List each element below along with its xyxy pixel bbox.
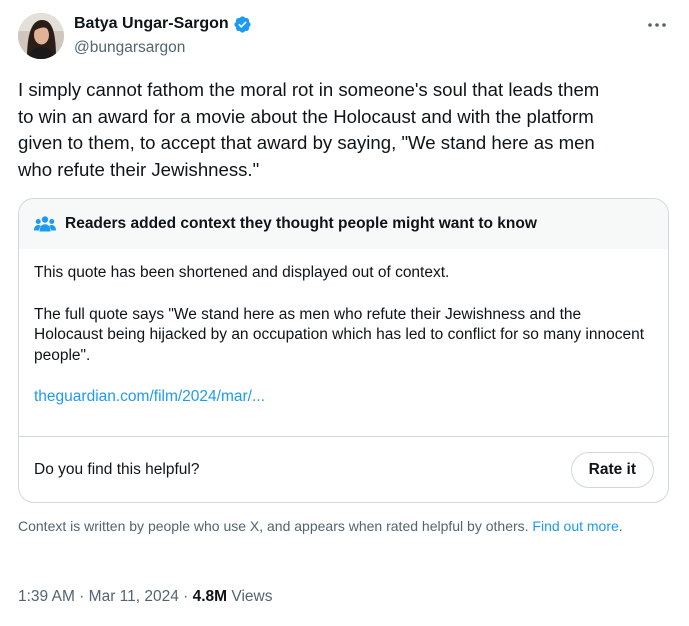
community-note-body: This quote has been shortened and displa…: [19, 249, 668, 408]
avatar[interactable]: [18, 13, 64, 59]
tweet-date[interactable]: Mar 11, 2024: [89, 588, 179, 605]
rate-it-button[interactable]: Rate it: [570, 452, 654, 488]
find-out-more-link[interactable]: Find out more: [532, 518, 618, 534]
views-label: Views: [227, 588, 273, 605]
author-handle[interactable]: @bungarsargon: [74, 38, 185, 58]
community-note: Readers added context they thought peopl…: [18, 198, 669, 503]
tweet-text: I simply cannot fathom the moral rot in …: [18, 79, 600, 180]
helpful-question: Do you find this helpful?: [34, 461, 200, 478]
tweet-meta: 1:39 AM · Mar 11, 2024 · 4.8M Views: [18, 587, 272, 607]
people-group-icon: [34, 215, 56, 233]
verified-badge-icon[interactable]: [233, 15, 252, 34]
author-display-name[interactable]: Batya Ungar-Sargon: [74, 14, 229, 34]
meta-separator: ·: [178, 588, 193, 605]
tweet: Batya Ungar-Sargon @bungarsargon I simpl…: [0, 0, 689, 626]
views-count: 4.8M: [192, 588, 228, 605]
author-name-row: Batya Ungar-Sargon: [74, 14, 252, 34]
community-note-header: Readers added context they thought peopl…: [19, 199, 668, 249]
footnote-text: Context is written by people who use X, …: [18, 518, 533, 534]
community-note-source-link[interactable]: theguardian.com/film/2024/mar/...: [34, 387, 265, 408]
community-note-paragraph-2: The full quote says "We stand here as me…: [34, 305, 645, 364]
community-note-paragraph-1: This quote has been shortened and displa…: [34, 264, 450, 281]
meta-separator: ·: [74, 588, 89, 605]
helpful-row: Do you find this helpful? Rate it: [19, 437, 668, 502]
community-note-title: Readers added context they thought peopl…: [65, 215, 537, 232]
context-footnote: Context is written by people who use X, …: [18, 517, 658, 535]
footnote-suffix: .: [618, 518, 623, 534]
tweet-time[interactable]: 1:39 AM: [18, 588, 75, 605]
more-horizontal-icon[interactable]: [646, 14, 668, 36]
